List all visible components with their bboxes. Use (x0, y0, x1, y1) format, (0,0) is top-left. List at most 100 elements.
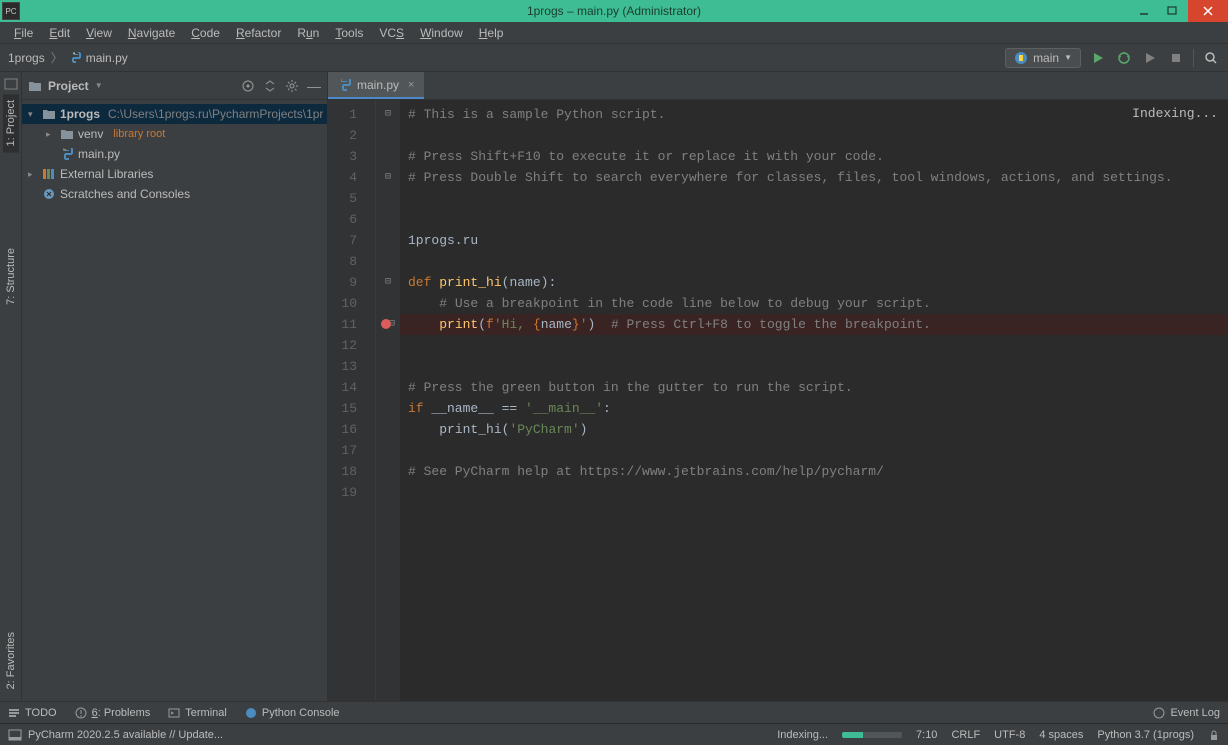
chevron-right-icon: ▸ (28, 169, 38, 180)
tree-file-main[interactable]: main.py (22, 144, 327, 164)
code-editor[interactable]: 1234 5678 9101112 13141516 171819 ⊟ ⊟ ⊟ … (328, 100, 1228, 701)
editor-tab-main[interactable]: main.py × (328, 72, 424, 99)
python-icon (245, 707, 257, 719)
menu-run[interactable]: Run (289, 24, 327, 42)
tree-ext-label: External Libraries (60, 167, 153, 181)
breadcrumb-separator: 〉 (51, 49, 63, 66)
menu-window[interactable]: Window (412, 24, 471, 42)
menubar: File Edit View Navigate Code Refactor Ru… (0, 22, 1228, 44)
problems-icon (75, 707, 87, 719)
expand-all-icon[interactable] (263, 79, 277, 93)
menu-help[interactable]: Help (471, 24, 512, 42)
folder-icon (42, 107, 56, 121)
run-button[interactable] (1089, 49, 1107, 67)
tool-tab-favorites[interactable]: 2: Favorites (3, 626, 19, 695)
python-file-icon (69, 51, 83, 65)
library-icon (42, 167, 56, 181)
status-eol[interactable]: CRLF (951, 729, 980, 741)
gear-icon[interactable] (285, 79, 299, 93)
hide-icon[interactable]: — (307, 78, 321, 94)
tab-problems[interactable]: 6: Problems (75, 707, 151, 719)
chevron-down-icon[interactable]: ▼ (95, 81, 103, 90)
project-tool-icon[interactable] (3, 76, 19, 92)
status-update-text[interactable]: PyCharm 2020.2.5 available // Update... (28, 729, 223, 741)
close-tab-icon[interactable]: × (408, 79, 414, 91)
status-encoding[interactable]: UTF-8 (994, 729, 1025, 741)
left-tool-window-bar: 1: Project 7: Structure 2: Favorites (0, 72, 22, 701)
panel-title: Project (48, 79, 89, 93)
todo-icon (8, 707, 20, 719)
tab-problems-label: 6: Problems (92, 707, 151, 719)
locate-icon[interactable] (241, 79, 255, 93)
tree-external-libs[interactable]: ▸ External Libraries (22, 164, 327, 184)
project-panel-header: Project ▼ — (22, 72, 327, 100)
tab-terminal[interactable]: Terminal (168, 707, 227, 719)
tool-tab-structure[interactable]: 7: Structure (3, 242, 19, 311)
tab-python-console[interactable]: Python Console (245, 707, 340, 719)
tree-file-name: main.py (78, 147, 120, 161)
window-title: 1progs – main.py (Administrator) (527, 4, 701, 18)
run-with-coverage-button[interactable] (1141, 49, 1159, 67)
tree-root-path: C:\Users\1progs.ru\PycharmProjects\1pr (108, 107, 323, 121)
breadcrumb-root[interactable]: 1progs (8, 51, 45, 65)
tree-venv[interactable]: ▸ venv library root (22, 124, 327, 144)
scratches-icon (42, 187, 56, 201)
tree-venv-hint: library root (113, 128, 165, 140)
menu-edit[interactable]: Edit (41, 24, 78, 42)
tab-terminal-label: Terminal (185, 707, 227, 719)
statusbar-toggle-icon[interactable] (8, 728, 22, 742)
lock-icon[interactable] (1208, 729, 1220, 741)
tab-console-label: Python Console (262, 707, 340, 719)
terminal-icon (168, 707, 180, 719)
tab-event-log[interactable]: Event Log (1153, 707, 1220, 719)
minimize-button[interactable] (1130, 0, 1158, 22)
folder-icon (28, 79, 42, 93)
menu-vcs[interactable]: VCS (371, 24, 412, 42)
gutter-marks: ⊟ ⊟ ⊟ ⊟ (376, 100, 400, 701)
folder-icon (60, 127, 74, 141)
status-interpreter[interactable]: Python 3.7 (1progs) (1097, 729, 1194, 741)
code-content[interactable]: # This is a sample Python script. # Pres… (400, 100, 1228, 701)
status-indexing: Indexing... (777, 729, 828, 741)
stop-button[interactable] (1167, 49, 1185, 67)
search-everywhere-button[interactable] (1202, 49, 1220, 67)
indexing-progress (842, 732, 902, 738)
maximize-button[interactable] (1158, 0, 1186, 22)
menu-navigate[interactable]: Navigate (120, 24, 183, 42)
eventlog-icon (1153, 707, 1165, 719)
tree-root[interactable]: ▾ 1progs C:\Users\1progs.ru\PycharmProje… (22, 104, 327, 124)
tree-scratch-label: Scratches and Consoles (60, 187, 190, 201)
breadcrumb-file[interactable]: main.py (86, 51, 128, 65)
python-file-icon (338, 78, 352, 92)
chevron-right-icon: ▸ (46, 129, 56, 140)
close-button[interactable] (1188, 0, 1228, 22)
run-configuration-selector[interactable]: main ▼ (1005, 48, 1081, 68)
tool-tab-project[interactable]: 1: Project (3, 94, 19, 152)
chevron-down-icon: ▾ (28, 109, 38, 120)
line-number-gutter: 1234 5678 9101112 13141516 171819 (328, 100, 376, 701)
tab-todo[interactable]: TODO (8, 707, 57, 719)
python-icon (1014, 51, 1028, 65)
menu-view[interactable]: View (78, 24, 120, 42)
menu-file[interactable]: File (6, 24, 41, 42)
tree-root-name: 1progs (60, 107, 100, 121)
project-tree[interactable]: ▾ 1progs C:\Users\1progs.ru\PycharmProje… (22, 100, 327, 208)
menu-refactor[interactable]: Refactor (228, 24, 289, 42)
python-file-icon (60, 147, 74, 161)
menu-code[interactable]: Code (183, 24, 228, 42)
bottom-tool-window-bar: TODO 6: Problems Terminal Python Console… (0, 701, 1228, 723)
indexing-overlay-label: Indexing... (1132, 106, 1218, 121)
run-config-label: main (1033, 51, 1059, 65)
tab-todo-label: TODO (25, 707, 57, 719)
navigation-bar: 1progs 〉 main.py main ▼ (0, 44, 1228, 72)
tree-scratches[interactable]: Scratches and Consoles (22, 184, 327, 204)
statusbar: PyCharm 2020.2.5 available // Update... … (0, 723, 1228, 745)
editor-tab-bar: main.py × (328, 72, 1228, 100)
debug-button[interactable] (1115, 49, 1133, 67)
menu-tools[interactable]: Tools (327, 24, 371, 42)
status-indent[interactable]: 4 spaces (1039, 729, 1083, 741)
status-cursor[interactable]: 7:10 (916, 729, 937, 741)
tree-venv-name: venv (78, 127, 103, 141)
window-titlebar: PC 1progs – main.py (Administrator) (0, 0, 1228, 22)
breakpoint-marker[interactable] (381, 319, 391, 329)
